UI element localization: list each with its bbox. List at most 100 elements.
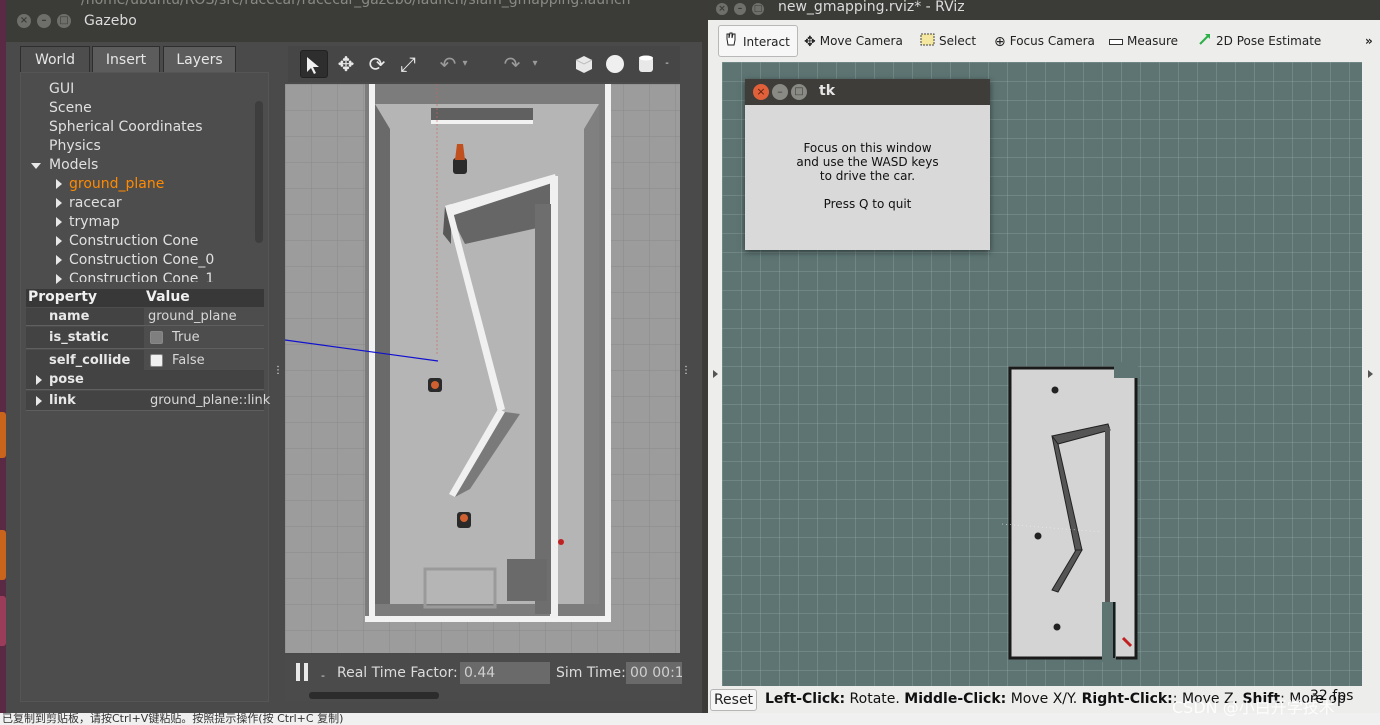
- tree-item-trymap[interactable]: trymap: [69, 213, 120, 232]
- box-icon[interactable]: [570, 50, 598, 78]
- right-panel-toggle-icon[interactable]: [1368, 370, 1373, 378]
- collapse-arrow-icon[interactable]: [56, 274, 62, 284]
- tree-item-models[interactable]: Models: [49, 156, 98, 175]
- chevron-down-icon[interactable]: ▾: [458, 50, 472, 78]
- tk-titlebar[interactable]: × – □ tk: [745, 79, 990, 105]
- collapse-arrow-icon[interactable]: [56, 198, 62, 208]
- property-column-header: Property: [28, 289, 98, 305]
- tool-focus-camera[interactable]: ⊕ Focus Camera: [994, 25, 1095, 57]
- step-icon[interactable]: -: [321, 669, 325, 682]
- tree-item-physics[interactable]: Physics: [49, 137, 101, 156]
- property-value: ground_plane::link: [150, 393, 271, 408]
- hand-icon: [723, 27, 739, 59]
- chevron-down-icon[interactable]: ▾: [528, 50, 542, 78]
- gazebo-bottom-bar: - Real Time Factor: 0.44 Sim Time: 00 00…: [285, 655, 682, 701]
- tool-label: 2D Pose Estimate: [1216, 34, 1322, 48]
- tool-label: Move Camera: [819, 34, 903, 48]
- close-icon[interactable]: ×: [753, 84, 769, 100]
- property-row: name ground_plane: [26, 308, 264, 326]
- tab-layers[interactable]: Layers: [163, 46, 236, 74]
- collapse-arrow-icon[interactable]: [56, 236, 62, 246]
- checkbox-checked-icon[interactable]: [150, 331, 163, 344]
- close-icon[interactable]: ×: [17, 14, 31, 28]
- splitter-handle[interactable]: ⋮: [273, 365, 283, 377]
- rotate-icon[interactable]: ⟳: [363, 50, 391, 78]
- tool-2d-pose-estimate[interactable]: 2D Pose Estimate: [1198, 25, 1321, 57]
- close-icon[interactable]: ×: [716, 3, 728, 15]
- watermark: CSDN @小白开学技术: [1172, 698, 1335, 717]
- tool-label: Select: [939, 34, 977, 48]
- cylinder-icon[interactable]: [632, 50, 660, 78]
- tab-world[interactable]: World: [20, 46, 90, 74]
- checkbox-unchecked-icon[interactable]: [150, 354, 163, 367]
- select-arrow-icon[interactable]: [300, 50, 328, 78]
- splitter-handle[interactable]: ⋮: [681, 365, 691, 377]
- property-header: Property Value: [26, 289, 264, 307]
- translate-icon[interactable]: ✥: [332, 50, 360, 78]
- tk-line: Focus on this window: [803, 141, 932, 155]
- rtf-value: 0.44: [460, 662, 550, 684]
- sphere-icon[interactable]: [601, 50, 629, 78]
- property-key: is_static: [26, 327, 144, 348]
- gazebo-titlebar[interactable]: /home/ubuntu/ROS/src/racecar/racecar_gaz…: [6, 0, 702, 42]
- left-panel-toggle-icon[interactable]: [713, 370, 718, 378]
- desktop: /home/ubuntu/ROS/src/racecar/racecar_gaz…: [0, 0, 1380, 725]
- tk-dialog[interactable]: × – □ tk Focus on this window and use th…: [745, 79, 990, 250]
- tree-item-ground-plane[interactable]: ground_plane: [69, 175, 164, 194]
- tree-item-racecar[interactable]: racecar: [69, 194, 122, 213]
- maximize-icon[interactable]: □: [752, 3, 764, 15]
- minimize-icon[interactable]: –: [37, 14, 51, 28]
- tree-item-construction-cone[interactable]: Construction Cone: [69, 232, 198, 251]
- scale-icon[interactable]: ⤢: [394, 50, 422, 78]
- pause-icon[interactable]: [296, 663, 310, 681]
- expand-arrow-icon[interactable]: [36, 396, 42, 406]
- redo-icon[interactable]: ↷: [498, 50, 526, 78]
- ruler-icon: [1109, 26, 1123, 58]
- property-row: self_collide False: [26, 350, 264, 372]
- collapse-arrow-icon[interactable]: [56, 217, 62, 227]
- collapse-arrow-icon[interactable]: [56, 179, 62, 189]
- maximize-icon[interactable]: □: [791, 84, 807, 100]
- tool-measure[interactable]: Measure: [1109, 25, 1178, 57]
- tree-item-spherical-coordinates[interactable]: Spherical Coordinates: [49, 118, 203, 137]
- property-key: name: [26, 308, 144, 325]
- rviz-titlebar[interactable]: × – □ new_gmapping.rviz* - RViz: [708, 0, 1380, 20]
- horizontal-scrollbar[interactable]: [309, 692, 439, 699]
- property-value[interactable]: ground_plane: [146, 308, 237, 325]
- tree-item-construction-cone-0[interactable]: Construction Cone_0: [69, 251, 214, 270]
- minimize-icon[interactable]: –: [734, 3, 746, 15]
- focus-camera-icon: ⊕: [994, 33, 1006, 50]
- property-key: self_collide: [26, 350, 144, 371]
- move-camera-icon: ✥: [804, 33, 816, 50]
- gazebo-window: /home/ubuntu/ROS/src/racecar/racecar_gaz…: [6, 0, 702, 713]
- gazebo-3d-viewport[interactable]: [285, 84, 680, 653]
- tool-move-camera[interactable]: ✥ Move Camera: [804, 25, 903, 57]
- tool-interact[interactable]: Interact: [718, 25, 798, 57]
- collapse-arrow-icon[interactable]: [56, 255, 62, 265]
- tree-scrollbar[interactable]: [255, 101, 263, 243]
- sim-time-value: 00 00:12: [626, 662, 682, 684]
- world-panel: GUI Scene Spherical Coordinates Physics …: [20, 72, 270, 702]
- tree-item-construction-cone-1[interactable]: Construction Cone_1: [69, 270, 214, 282]
- tk-line: and use the WASD keys: [796, 155, 939, 169]
- reset-button[interactable]: Reset: [710, 689, 757, 711]
- maximize-icon[interactable]: □: [57, 14, 71, 28]
- tool-label: Focus Camera: [1009, 34, 1095, 48]
- expand-arrow-icon[interactable]: [31, 163, 41, 169]
- property-row-pose[interactable]: pose: [26, 370, 264, 390]
- tk-message: Focus on this window and use the WASD ke…: [745, 141, 990, 211]
- chevron-down-icon[interactable]: -: [660, 50, 674, 78]
- tk-line: to drive the car.: [819, 169, 916, 183]
- minimize-icon[interactable]: –: [772, 84, 788, 100]
- tk-title: tk: [819, 83, 836, 99]
- tree-item-scene[interactable]: Scene: [49, 99, 92, 118]
- property-key: pose: [49, 372, 84, 387]
- property-row-link[interactable]: link ground_plane::link: [26, 391, 270, 411]
- toolbar-overflow-icon[interactable]: »: [1365, 25, 1373, 57]
- expand-arrow-icon[interactable]: [36, 375, 42, 385]
- rviz-toolbar: Interact ✥ Move Camera Select ⊕ Focus Came…: [708, 20, 1380, 62]
- tree-item-gui[interactable]: GUI: [49, 80, 74, 99]
- tool-select[interactable]: Select: [920, 25, 976, 57]
- notification-text: 已复制到剪贴板，请按Ctrl+V键粘贴。按照提示操作(按 Ctrl+C 复制): [2, 713, 344, 725]
- tab-insert[interactable]: Insert: [92, 46, 160, 74]
